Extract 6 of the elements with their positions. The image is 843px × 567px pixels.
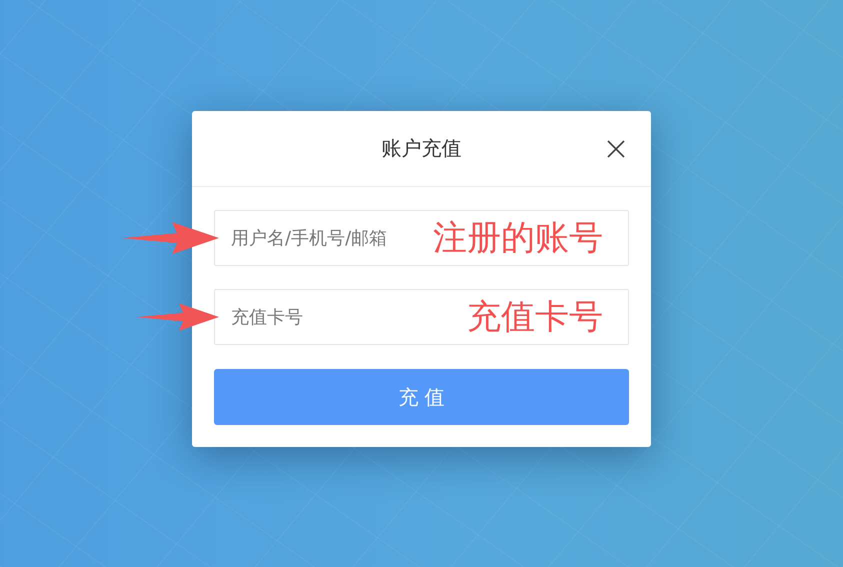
submit-button[interactable]: 充 值	[214, 369, 629, 425]
close-button[interactable]	[607, 140, 625, 158]
annotation-label: 充值卡号	[467, 296, 603, 339]
close-icon	[607, 140, 625, 158]
dialog-title: 账户充值	[382, 135, 462, 162]
annotation-label: 注册的账号	[433, 217, 603, 260]
